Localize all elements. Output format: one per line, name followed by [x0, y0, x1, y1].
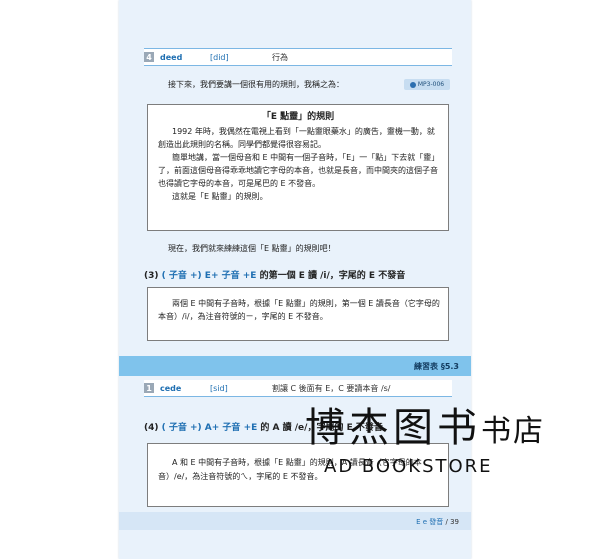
- practice-intro: 現在，我們就來練練這個「E 點靈」的規則吧！: [168, 244, 336, 253]
- exercise-label: 練習表 §5.3: [414, 361, 459, 371]
- rule-pattern: ( 子音 +) E+ 子音 +E: [161, 271, 257, 281]
- vocab-ipa: [sid]: [210, 383, 228, 393]
- vocab-row-deed: 4 deed [did] 行為: [144, 48, 452, 66]
- vocab-meaning: 行為: [272, 52, 288, 62]
- vocab-number: 1: [144, 383, 154, 393]
- page-number: / 39: [443, 518, 460, 526]
- rule-number: (3): [144, 271, 162, 281]
- footer-text: E e 發音 / 39: [416, 517, 459, 527]
- mp3-label: MP3-006: [417, 81, 445, 88]
- rule-description: 的第一個 E 讀 /i/，字尾的 E 不發音: [256, 271, 406, 281]
- box-text: 1992 年時，我偶然在電視上看到「一點靈眼藥水」的廣告，靈機一動，就創造出此規…: [158, 125, 440, 203]
- vocab-row-cede: 1 cede [sid] 割讓 C 後面有 E，C 要讀本音 /s/: [144, 380, 452, 397]
- footer-section: E e 發音: [416, 518, 444, 526]
- audio-disc-icon: [409, 81, 416, 88]
- vocab-meaning: 割讓 C 後面有 E，C 要讀本音 /s/: [272, 383, 391, 393]
- rule-3-text: 兩個 E 中間有子音時，根據「E 點靈」的規則，第一個 E 讀長音（它字母的本音…: [158, 299, 440, 321]
- rule-3-heading: (3) ( 子音 +) E+ 子音 +E 的第一個 E 讀 /i/，字尾的 E …: [144, 268, 405, 281]
- rule-3-box: 兩個 E 中間有子音時，根據「E 點靈」的規則，第一個 E 讀長音（它字母的本音…: [147, 287, 449, 341]
- vocab-ipa: [did]: [210, 52, 229, 62]
- intro-text: 接下來，我們要講一個很有用的規則，我稱之為：: [168, 80, 344, 89]
- vocab-number: 4: [144, 52, 154, 62]
- watermark-cn-small: 书店: [481, 414, 545, 449]
- rule-number: (4): [144, 423, 162, 433]
- watermark-cn-text: 博杰图书: [305, 405, 481, 451]
- vocab-word: cede: [160, 383, 182, 393]
- rule-box: 「E 點靈」的規則 1992 年時，我偶然在電視上看到「一點靈眼藥水」的廣告，靈…: [147, 104, 449, 231]
- box-title: 「E 點靈」的規則: [261, 112, 335, 122]
- rule-pattern: ( 子音 +) A+ 子音 +E: [161, 423, 258, 433]
- vocab-word: deed: [160, 52, 183, 62]
- page-footer: E e 發音 / 39: [119, 512, 471, 530]
- watermark-logo: 博杰图书书店: [305, 407, 545, 453]
- box-paragraph: 這就是「E 點靈」的規則。: [172, 192, 268, 201]
- mp3-badge[interactable]: MP3-006: [404, 79, 450, 90]
- exercise-header: 練習表 §5.3: [119, 356, 471, 376]
- box-paragraph: 簡單地講，當一個母音和 E 中間有一個子音時，「E」一「點」下去就「靈」了，前面…: [158, 153, 440, 188]
- box-paragraph: 1992 年時，我偶然在電視上看到「一點靈眼藥水」的廣告，靈機一動，就創造出此規…: [158, 127, 435, 149]
- watermark-en-text: AD BOOKSTORE: [324, 456, 493, 477]
